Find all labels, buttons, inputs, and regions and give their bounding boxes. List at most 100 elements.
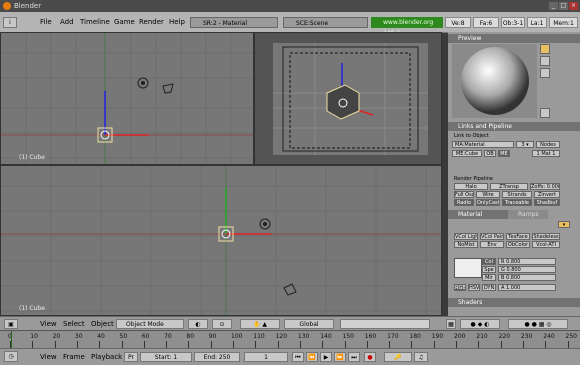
start-frame-field[interactable]: Start: 1	[140, 352, 192, 362]
lamp-count: La:1	[527, 17, 547, 28]
select-menu[interactable]: Select	[63, 320, 85, 328]
current-frame-marker[interactable]	[11, 331, 12, 349]
jump-end-icon[interactable]: ⏭	[348, 352, 360, 362]
draw-type-icon[interactable]: ◐	[188, 319, 208, 329]
spe-button[interactable]: Spe	[482, 266, 496, 273]
menu-render[interactable]: Render	[139, 18, 164, 26]
ruler-tick-label: 170	[387, 333, 399, 340]
nodes-button[interactable]: Nodes	[536, 141, 560, 148]
zinvert-button[interactable]: Zinvert	[534, 191, 560, 198]
vcol-paint-button[interactable]: VCol Paint	[480, 233, 504, 240]
material-preview	[452, 44, 537, 118]
pivot-icon[interactable]: ⊙	[212, 319, 232, 329]
vcol-light-button[interactable]: VCol Light	[454, 233, 478, 240]
timeline-view-menu[interactable]: View	[40, 353, 57, 361]
jump-start-icon[interactable]: ⏮	[292, 352, 304, 362]
texface-button[interactable]: TexFace	[506, 233, 530, 240]
panel-options-icon[interactable]: ▾	[558, 221, 570, 228]
mode-selector[interactable]: Object Mode	[116, 319, 184, 329]
viewport-top-left[interactable]: (1) Cube	[0, 32, 254, 165]
keying-set-icon[interactable]: 🔑	[384, 352, 412, 362]
buttons-header: ▦ ● ◆ ◐ ● ● ▦ ◎	[442, 316, 580, 331]
editor-type-icon[interactable]: ▣	[4, 319, 18, 329]
record-icon[interactable]: ●	[364, 352, 376, 362]
vcol-ati-button[interactable]: Vcol-ATI	[532, 241, 560, 248]
object-menu[interactable]: Object	[91, 320, 114, 328]
ztransp-button[interactable]: ZTransp	[490, 183, 528, 190]
website-link[interactable]: www.blender.org 249.2	[371, 17, 443, 37]
hsv-button[interactable]: HSV	[468, 284, 480, 291]
mir-button[interactable]: Mir	[482, 274, 496, 281]
minimize-button[interactable]: _	[549, 2, 558, 10]
memory-usage: Mem:1	[549, 17, 578, 28]
close-button[interactable]: ×	[569, 2, 578, 10]
obcolor-button[interactable]: ObColor	[506, 241, 530, 248]
ramps-tab[interactable]: Ramps	[508, 210, 548, 219]
next-keyframe-icon[interactable]: ⏩	[334, 352, 346, 362]
traceable-button[interactable]: Traceable	[502, 199, 532, 206]
view-menu[interactable]: View	[40, 320, 57, 328]
timeline-frame-menu[interactable]: Frame	[63, 353, 85, 361]
prev-keyframe-icon[interactable]: ⏪	[306, 352, 318, 362]
preview-monkey-icon[interactable]	[540, 68, 550, 78]
blue-slider[interactable]: B 0.800	[498, 274, 556, 281]
ruler-tick-label: 40	[97, 333, 105, 340]
material-tab[interactable]: Material	[448, 210, 508, 219]
menu-add[interactable]: Add	[60, 18, 74, 26]
preview-refresh-icon[interactable]	[540, 108, 550, 118]
window-type-icon[interactable]: i	[3, 17, 17, 28]
zoffs-field[interactable]: Zoffs: 0.000	[530, 183, 560, 190]
env-button[interactable]: Env	[480, 241, 504, 248]
menu-help[interactable]: Help	[169, 18, 185, 26]
shadeless-button[interactable]: Shadeless	[532, 233, 560, 240]
red-slider[interactable]: R 0.800	[498, 258, 556, 265]
preview-sphere-icon[interactable]	[540, 44, 550, 54]
onlycast-button[interactable]: OnlyCast	[476, 199, 500, 206]
radio-button[interactable]: Radio	[454, 199, 474, 206]
preview-cube-icon[interactable]	[540, 56, 550, 66]
menu-game[interactable]: Game	[114, 18, 135, 26]
menu-file[interactable]: File	[40, 18, 52, 26]
viewport-main[interactable]: (1) Cube	[0, 165, 442, 316]
buttons-editor-icon[interactable]: ▦	[446, 319, 456, 329]
green-slider[interactable]: G 0.800	[498, 266, 556, 273]
rgb-button[interactable]: RGB	[454, 284, 466, 291]
ob-button[interactable]: OB	[484, 150, 496, 157]
wire-button[interactable]: Wire	[476, 191, 500, 198]
fullosa-button[interactable]: Full Osa	[454, 191, 474, 198]
timeline-editor-icon[interactable]: ◷	[4, 351, 18, 362]
play-icon[interactable]: ▶	[320, 352, 332, 362]
sub-context-icons[interactable]: ● ● ▦ ◎	[508, 319, 568, 329]
nomist-button[interactable]: NoMist	[454, 241, 478, 248]
ruler-tick-label: 200	[454, 333, 466, 340]
transform-orientation[interactable]: Global	[284, 319, 334, 329]
preview-range-button[interactable]: Pr	[124, 352, 138, 362]
material-index[interactable]: 1 Mat 1	[532, 150, 560, 157]
dyn-button[interactable]: DYN	[482, 284, 496, 291]
strands-button[interactable]: Strands	[502, 191, 532, 198]
viewport-camera[interactable]	[254, 32, 442, 165]
material-users-button[interactable]: 3 ▾	[516, 141, 534, 148]
timeline-ruler[interactable]: 0 10 20 30 40 50 60 70 80 90 100 110 120 130 140 150 160…	[0, 330, 580, 349]
color-swatch[interactable]	[454, 258, 482, 278]
current-frame-field[interactable]: 1	[244, 352, 288, 362]
me-button[interactable]: ME	[498, 150, 510, 157]
menu-timeline[interactable]: Timeline	[80, 18, 110, 26]
link-to-object-label: Link to Object	[454, 133, 489, 139]
alpha-slider[interactable]: A 1.000	[498, 284, 556, 291]
blender-logo-icon	[3, 2, 11, 10]
end-frame-field[interactable]: End: 250	[194, 352, 240, 362]
scene-selector[interactable]: SCE:Scene	[283, 17, 368, 28]
layer-buttons[interactable]	[340, 319, 430, 329]
halo-button[interactable]: Halo	[454, 183, 488, 190]
sync-icon[interactable]: ♫	[414, 352, 428, 362]
col-button[interactable]: Col	[482, 258, 496, 265]
material-name-field[interactable]: MA:Material	[452, 141, 514, 148]
shadbuf-button[interactable]: Shadbuf	[534, 199, 560, 206]
context-icons[interactable]: ● ◆ ◐	[460, 319, 500, 329]
maximize-button[interactable]: □	[559, 2, 568, 10]
manipulator-icon[interactable]: ✋ ▲	[240, 319, 280, 329]
mesh-name-field[interactable]: ME:Cube	[452, 150, 482, 157]
screen-selector[interactable]: SR:2 - Material	[190, 17, 278, 28]
timeline-playback-menu[interactable]: Playback	[91, 353, 122, 361]
